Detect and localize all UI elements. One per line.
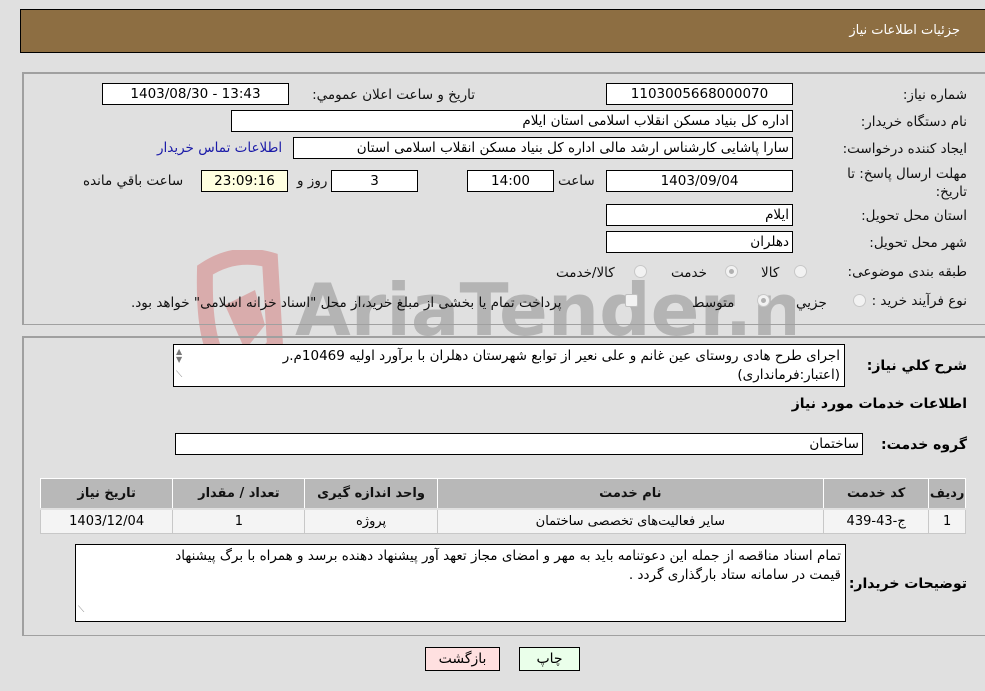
back-button[interactable]: بازگشت [425,647,500,671]
days-label: روز و [297,173,328,189]
scroll-arrows-icon[interactable]: ▲ ▼ [176,348,182,364]
description-line2: (اعتبار:فرمانداری) [737,367,840,383]
category-radio-goods[interactable] [794,265,807,278]
description-textarea[interactable]: اجرای طرح هادی روستای عین غانم و علی نعی… [173,344,845,387]
purchase-option-medium: متوسط [692,295,735,311]
city-label: شهر محل تحويل: [869,235,967,251]
category-option-service: خدمت [671,265,707,281]
deadline-label-line2: تاريخ: [935,184,967,200]
buyer-notes-line2: قیمت در سامانه ستاد بارگذاری گردد . [628,567,841,583]
cell-quantity: 1 [172,508,306,534]
buyer-notes-line1: تمام اسناد مناقصه از جمله این دعوتنامه ب… [175,548,841,564]
purchase-type-label: نوع فرآیند خرید : [871,293,967,309]
province-field[interactable]: ايلام [606,204,793,226]
col-header-service-code: كد خدمت [822,478,930,510]
category-label: طبقه بندی موضوعی: [847,264,967,280]
col-header-service-name: نام خدمت [436,478,824,510]
description-label: شرح كلي نياز: [866,358,967,374]
buyer-notes-label: توضيحات خريدار: [848,576,967,592]
page-header: جزئیات اطلاعات نیاز [20,9,985,53]
announce-datetime-field[interactable]: 1403/08/30 - 13:43 [102,83,289,105]
description-line1: اجرای طرح هادی روستای عین غانم و علی نعی… [282,348,840,364]
col-header-need-date: تاريخ نياز [39,478,174,510]
category-radio-goods-service[interactable] [634,265,647,278]
treasury-bonds-label: پرداخت تمام يا بخشی از مبلغ خريد،از محل … [131,295,562,311]
cell-need-date: 1403/12/04 [39,508,174,534]
remaining-time-label: ساعت باقي مانده [83,173,184,189]
requester-label: ايجاد کننده درخواست: [842,141,967,157]
purchase-radio-minor[interactable] [853,294,866,307]
resize-grip-icon[interactable]: ⟋ [78,601,84,620]
category-option-goods-service: كالا/خدمت [556,265,615,281]
cell-unit: پروژه [304,508,438,534]
col-header-quantity: تعداد / مقدار [172,478,306,510]
deadline-date-field[interactable]: 1403/09/04 [606,170,793,192]
treasury-bonds-checkbox[interactable] [625,294,638,307]
buyer-org-field[interactable]: اداره کل بنیاد مسکن انقلاب اسلامی استان … [231,110,793,132]
cell-row-number: 1 [928,508,966,534]
services-table: رديف كد خدمت نام خدمت واحد اندازه گيری ت… [39,478,966,534]
buyer-org-label: نام دستگاه خريدار: [860,114,967,130]
buyer-contact-link[interactable]: اطلاعات تماس خريدار [157,140,282,156]
cell-service-code: ج-43-439 [822,508,930,534]
requester-field[interactable]: سارا پاشایی کارشناس ارشد مالی اداره کل ب… [293,137,793,159]
service-group-label: گروه خدمت: [881,437,967,453]
category-option-goods: كالا [761,265,780,281]
remaining-time-field[interactable]: 23:09:16 [201,170,288,192]
buyer-notes-textarea[interactable]: تمام اسناد مناقصه از جمله این دعوتنامه ب… [75,544,846,622]
province-label: استان محل تحويل: [861,208,967,224]
resize-grip-icon[interactable]: ⟋ [176,366,182,385]
city-field[interactable]: دهلران [606,231,793,253]
deadline-time-label: ساعت [558,173,595,189]
need-number-label: شماره نیاز: [902,87,967,103]
purchase-radio-medium[interactable] [757,294,770,307]
announce-datetime-label: تاريخ و ساعت اعلان عمومي: [312,87,475,103]
page-title: جزئیات اطلاعات نیاز [849,23,960,38]
print-button[interactable]: چاپ [519,647,580,671]
service-group-field[interactable]: ساختمان [175,433,863,455]
table-row: 1 ج-43-439 سایر فعالیت‌های تخصصی ساختمان… [39,508,966,534]
col-header-unit: واحد اندازه گيری [304,478,438,510]
deadline-label-line1: مهلت ارسال پاسخ: تا [847,166,967,182]
need-number-field[interactable]: 1103005668000070 [606,83,793,105]
services-section-title: اطلاعات خدمات مورد نياز [791,396,967,412]
category-radio-service[interactable] [725,265,738,278]
cell-service-name: سایر فعالیت‌های تخصصی ساختمان [436,508,824,534]
purchase-option-minor: جزيي [796,295,827,311]
remaining-days-field[interactable]: 3 [331,170,418,192]
table-header-row: رديف كد خدمت نام خدمت واحد اندازه گيری ت… [39,478,966,510]
col-header-row-number: رديف [928,478,966,510]
deadline-time-field[interactable]: 14:00 [467,170,554,192]
